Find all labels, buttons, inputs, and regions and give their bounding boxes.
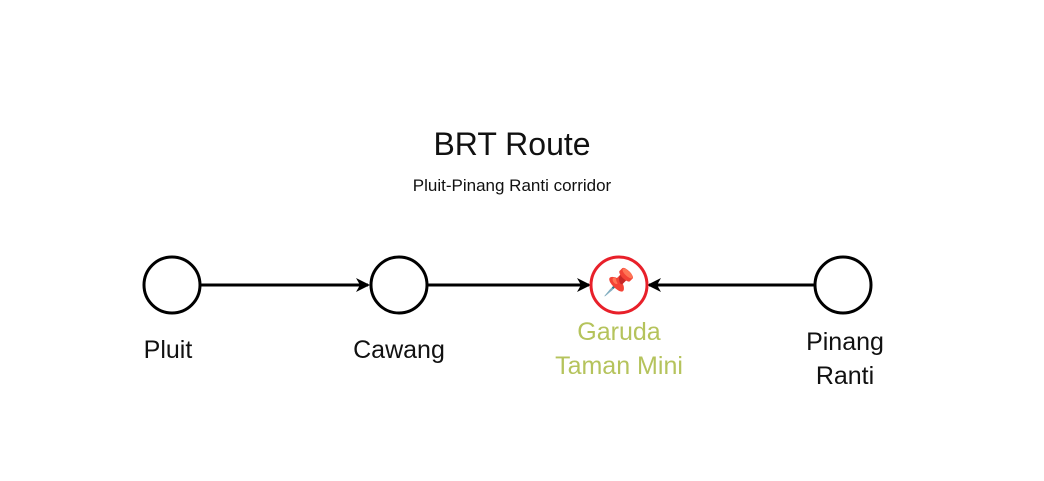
station-node-pluit[interactable]: [142, 255, 202, 315]
route-diagram: [142, 255, 873, 315]
station-node-pinang-ranti[interactable]: [813, 255, 873, 315]
station-label-line: Pinang: [806, 328, 884, 356]
station-label-pluit: Pluit: [112, 333, 224, 367]
station-label-cawang: Cawang: [329, 333, 469, 367]
station-node-cawang[interactable]: [369, 255, 429, 315]
station-label-line: Garuda: [577, 318, 661, 346]
station-label-line: Taman Mini: [555, 352, 683, 380]
station-label-pinang-ranti: Pinang Ranti: [775, 325, 915, 393]
station-label-line: Ranti: [815, 362, 875, 390]
station-label-line: Cawang: [353, 336, 445, 364]
pushpin-icon: 📌: [602, 268, 636, 298]
station-label-line: Pluit: [143, 336, 193, 364]
station-label-garuda-taman-mini: Garuda Taman Mini: [529, 315, 709, 383]
